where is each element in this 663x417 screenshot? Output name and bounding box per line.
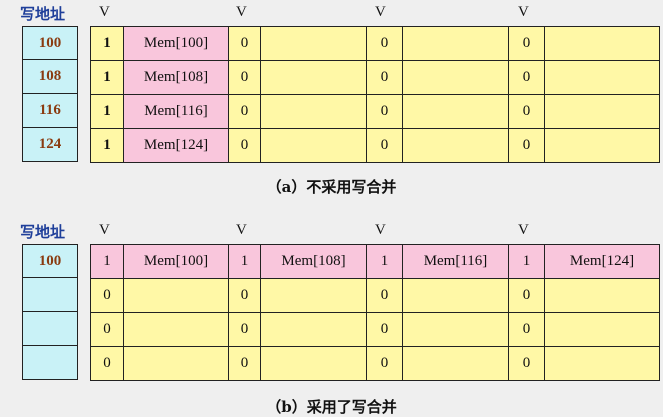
valid-bit: 1 xyxy=(508,244,545,279)
valid-bit: 0 xyxy=(90,278,124,313)
write-address-column: 100 xyxy=(22,244,78,380)
valid-bit: 0 xyxy=(366,278,403,313)
figure-caption-a: （a）不采用写合并 xyxy=(266,178,397,196)
data-block xyxy=(544,26,660,61)
data-block xyxy=(402,60,509,95)
valid-bit: 0 xyxy=(366,94,403,129)
data-block: Mem[116] xyxy=(402,244,509,279)
buffer-row: 1 Mem[124] 0 0 0 xyxy=(90,128,660,163)
valid-bit: 0 xyxy=(508,94,545,129)
valid-bit: 0 xyxy=(228,94,261,129)
address-cell: 124 xyxy=(22,128,78,162)
valid-bit: 0 xyxy=(366,312,403,347)
buffer-row: 1 Mem[108] 0 0 0 xyxy=(90,60,660,95)
write-address-title: 写地址 xyxy=(20,223,66,241)
data-block: Mem[108] xyxy=(123,60,229,95)
write-buffer-table: 1 Mem[100] 0 0 0 1 Mem[108] 0 0 0 1 Mem[… xyxy=(90,26,660,163)
valid-bit: 1 xyxy=(90,60,124,95)
valid-bit: 0 xyxy=(90,346,124,381)
valid-bit-header-1: V xyxy=(99,222,110,238)
valid-bit: 0 xyxy=(366,128,403,163)
address-cell: 108 xyxy=(22,60,78,94)
valid-bit: 0 xyxy=(508,26,545,61)
address-cell xyxy=(22,346,78,380)
valid-bit: 1 xyxy=(366,244,403,279)
valid-bit: 1 xyxy=(90,244,124,279)
data-block xyxy=(402,278,509,313)
valid-bit-header-2: V xyxy=(236,222,247,238)
valid-bit-header-4: V xyxy=(518,222,529,238)
write-address-title: 写地址 xyxy=(20,5,66,23)
valid-bit: 0 xyxy=(228,60,261,95)
data-block xyxy=(260,278,367,313)
valid-bit: 0 xyxy=(508,346,545,381)
valid-bit: 0 xyxy=(90,312,124,347)
data-block xyxy=(544,60,660,95)
data-block xyxy=(402,26,509,61)
data-block xyxy=(260,94,367,129)
address-cell xyxy=(22,278,78,312)
data-block: Mem[116] xyxy=(123,94,229,129)
valid-bit: 0 xyxy=(228,312,261,347)
data-block xyxy=(544,312,660,347)
address-cell: 100 xyxy=(22,244,78,278)
data-block: Mem[100] xyxy=(123,26,229,61)
data-block xyxy=(402,94,509,129)
data-block xyxy=(402,346,509,381)
buffer-row: 1 Mem[100] 0 0 0 xyxy=(90,26,660,61)
data-block xyxy=(544,346,660,381)
valid-bit-header-1: V xyxy=(99,4,110,20)
valid-bit: 0 xyxy=(228,128,261,163)
data-block xyxy=(260,312,367,347)
valid-bit: 1 xyxy=(90,26,124,61)
figure-caption-b: （b）采用了写合并 xyxy=(266,398,397,416)
data-block xyxy=(402,128,509,163)
data-block xyxy=(544,94,660,129)
valid-bit-header-3: V xyxy=(375,4,386,20)
valid-bit: 0 xyxy=(366,346,403,381)
data-block xyxy=(260,26,367,61)
data-block xyxy=(544,278,660,313)
valid-bit: 0 xyxy=(366,26,403,61)
valid-bit: 0 xyxy=(228,26,261,61)
data-block: Mem[124] xyxy=(544,244,660,279)
data-block xyxy=(544,128,660,163)
buffer-row: 0 0 0 0 xyxy=(90,346,660,381)
valid-bit: 1 xyxy=(228,244,261,279)
address-cell xyxy=(22,312,78,346)
valid-bit-header-3: V xyxy=(375,222,386,238)
valid-bit-header-2: V xyxy=(236,4,247,20)
data-block xyxy=(123,312,229,347)
data-block xyxy=(260,346,367,381)
data-block xyxy=(260,128,367,163)
data-block: Mem[124] xyxy=(123,128,229,163)
valid-bit: 0 xyxy=(228,346,261,381)
valid-bit: 0 xyxy=(366,60,403,95)
data-block xyxy=(260,60,367,95)
valid-bit: 1 xyxy=(90,94,124,129)
valid-bit: 0 xyxy=(508,60,545,95)
valid-bit: 0 xyxy=(508,312,545,347)
write-buffer-table: 1 Mem[100] 1 Mem[108] 1 Mem[116] 1 Mem[1… xyxy=(90,244,660,381)
valid-bit: 0 xyxy=(508,278,545,313)
data-block xyxy=(123,346,229,381)
data-block xyxy=(402,312,509,347)
buffer-row: 1 Mem[116] 0 0 0 xyxy=(90,94,660,129)
data-block: Mem[108] xyxy=(260,244,367,279)
valid-bit: 0 xyxy=(508,128,545,163)
valid-bit: 1 xyxy=(90,128,124,163)
buffer-row: 1 Mem[100] 1 Mem[108] 1 Mem[116] 1 Mem[1… xyxy=(90,244,660,279)
data-block: Mem[100] xyxy=(123,244,229,279)
address-cell: 100 xyxy=(22,26,78,60)
address-cell: 116 xyxy=(22,94,78,128)
buffer-row: 0 0 0 0 xyxy=(90,312,660,347)
data-block xyxy=(123,278,229,313)
valid-bit: 0 xyxy=(228,278,261,313)
write-address-column: 100 108 116 124 xyxy=(22,26,78,162)
buffer-row: 0 0 0 0 xyxy=(90,278,660,313)
valid-bit-header-4: V xyxy=(518,4,529,20)
